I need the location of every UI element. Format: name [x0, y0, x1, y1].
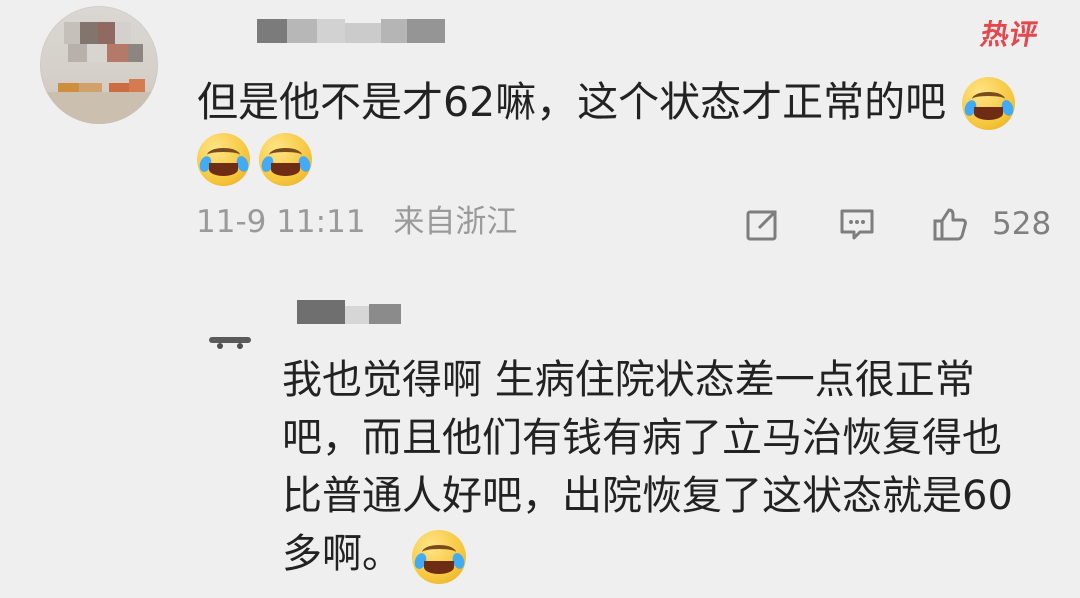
tear-icon [259, 154, 275, 173]
comment-location: 来自浙江 [393, 204, 518, 240]
avatar-ground [40, 92, 158, 124]
laughing-crying-emoji [259, 133, 312, 186]
reply-line: 吧，而且他们有钱有病了立马治恢复得也 [282, 415, 1002, 461]
like-count: 528 [992, 206, 1052, 242]
avatar[interactable] [199, 296, 263, 360]
wheel-icon [217, 343, 223, 349]
tear-icon [296, 154, 312, 173]
avatar-mosaic [80, 22, 98, 44]
avatar-mosaic [68, 44, 87, 62]
reply-line: 我也觉得啊 生病住院状态差一点很正常 [282, 357, 975, 403]
avatar[interactable] [40, 6, 158, 124]
laughing-crying-emoji [412, 530, 466, 584]
avatar-mosaic [87, 44, 107, 62]
comment-meta: 11-9 11:11 来自浙江 [196, 202, 517, 242]
comment-card: 热评 但是他不是才62嘛，这个状态才正常的吧 11-9 11:11 来自浙江 5… [0, 0, 1080, 598]
username-mask-block [257, 19, 287, 43]
username-mask-block [407, 19, 445, 43]
reply-text: 我也觉得啊 生病住院状态差一点很正常 吧，而且他们有钱有病了立马治恢复得也 比普… [282, 351, 1042, 583]
avatar-mosaic [98, 22, 115, 44]
username-mask-block [345, 306, 369, 324]
comment-date-time: 11-9 11:11 [196, 204, 366, 240]
username-mask-block [317, 19, 345, 43]
username-mask[interactable] [257, 19, 445, 48]
username-mask-block [297, 300, 345, 324]
avatar-mosaic [107, 44, 128, 62]
wheel-icon [237, 343, 243, 349]
hot-badge: 热评 [978, 18, 1042, 51]
comment-text: 但是他不是才62嘛，这个状态才正常的吧 [197, 78, 947, 126]
username-mask-block [381, 19, 407, 43]
tear-icon [412, 551, 428, 571]
avatar-mosaic [64, 22, 80, 44]
avatar-mosaic [115, 22, 131, 44]
tear-icon [450, 551, 466, 571]
username-mask-block [287, 19, 317, 43]
reply-line: 比普通人好吧，出院恢复了这状态就是60 [282, 473, 1013, 519]
tear-icon [197, 154, 213, 173]
comment-icon[interactable] [838, 205, 876, 243]
tear-icon [999, 98, 1015, 117]
thumbs-up-icon[interactable] [931, 205, 969, 243]
avatar-mosaic [128, 44, 143, 62]
username-mask[interactable] [297, 300, 401, 329]
share-icon[interactable] [744, 205, 782, 243]
laughing-crying-emoji [962, 77, 1015, 130]
skateboard-icon [209, 337, 251, 343]
reply-line: 多啊。 [282, 531, 402, 577]
username-mask-block [369, 304, 401, 324]
laughing-crying-emoji [197, 133, 250, 186]
tear-icon [234, 154, 250, 173]
username-mask-block [345, 23, 381, 43]
tear-icon [962, 98, 978, 117]
